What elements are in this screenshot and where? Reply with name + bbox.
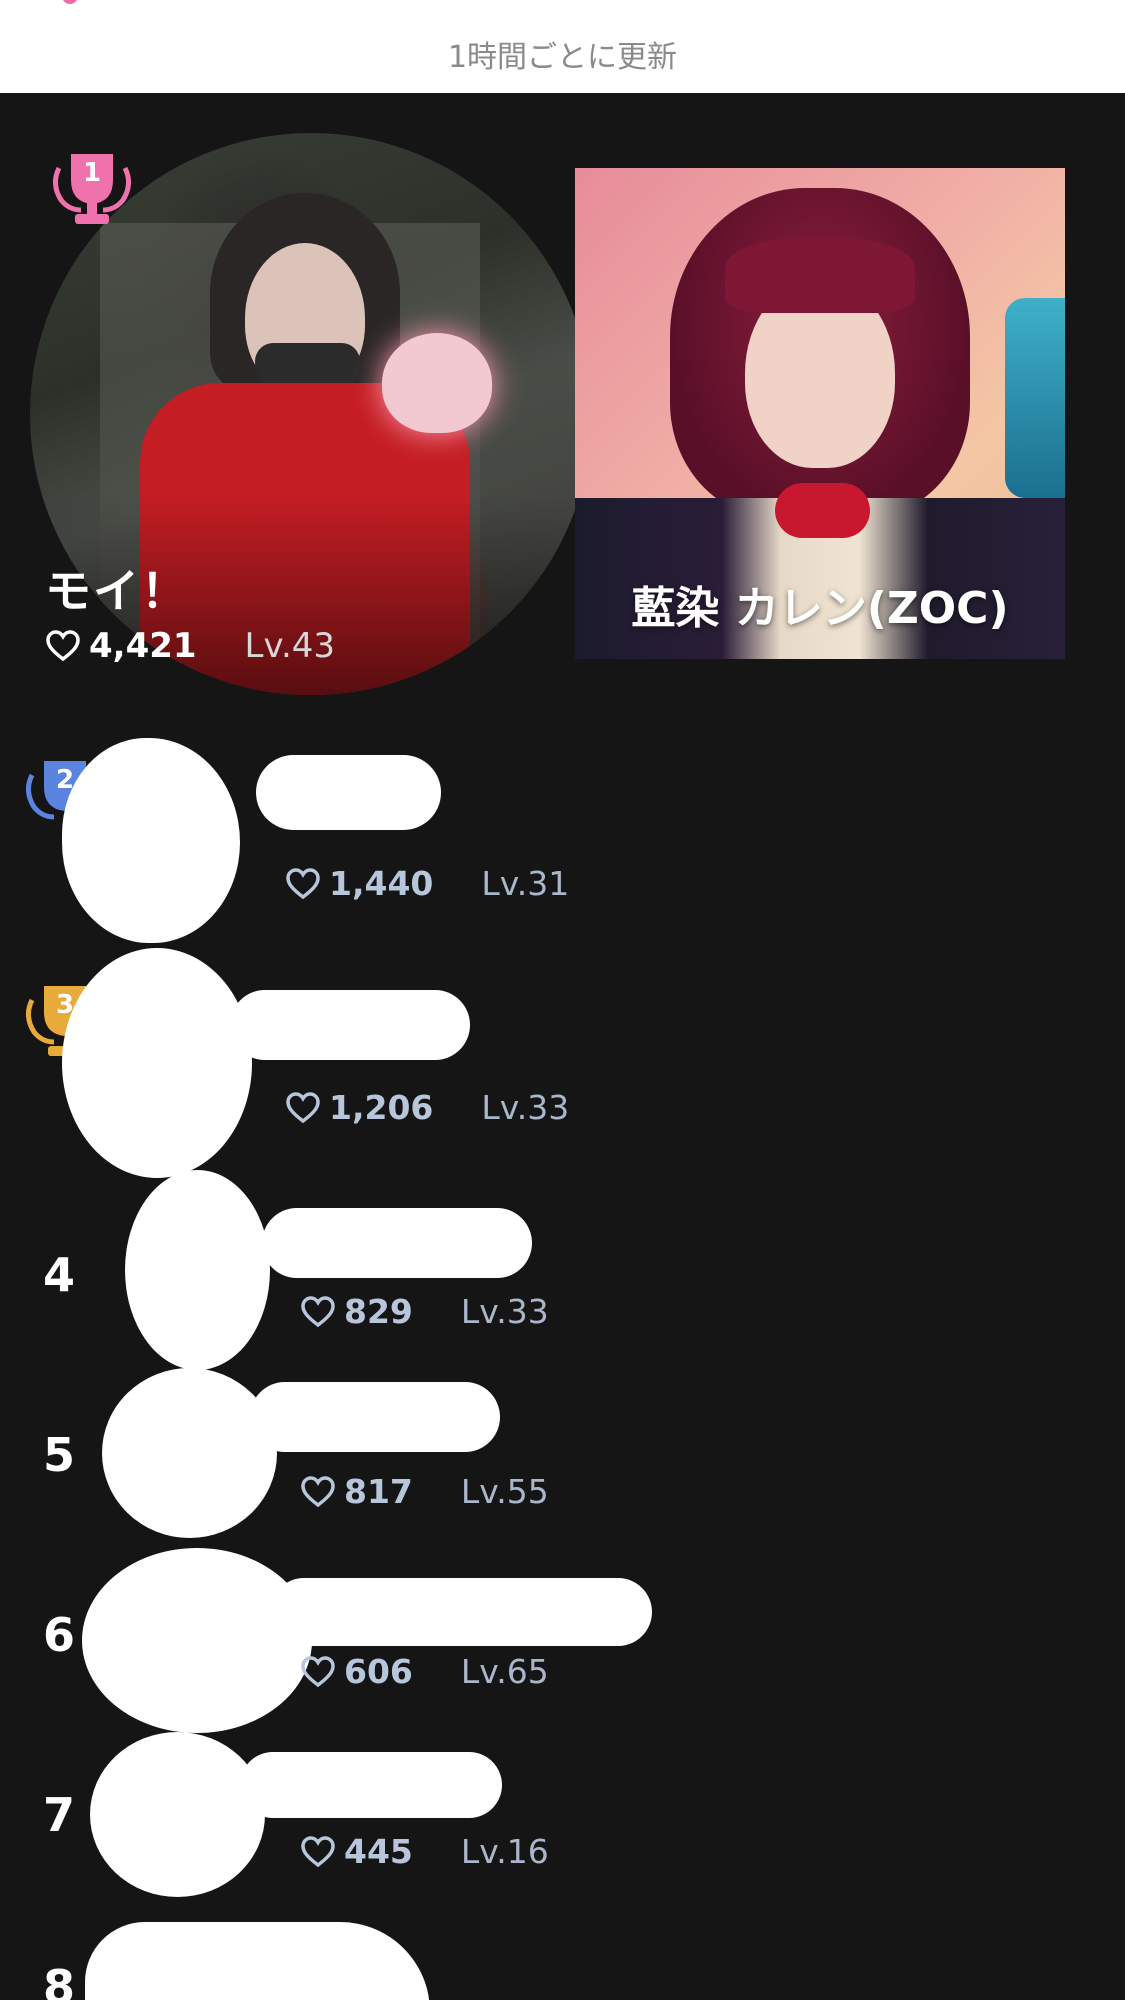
- rank-7-likes: 445: [344, 1832, 413, 1871]
- heart-icon: [46, 630, 80, 662]
- rank-3-name-redacted[interactable]: [230, 990, 470, 1060]
- rank-5-avatar-redacted[interactable]: [102, 1368, 277, 1538]
- rank-2-stats: 1,440 Lv.31: [285, 864, 569, 903]
- rank-8-number: 8: [43, 1960, 76, 2000]
- rank-5-name-redacted[interactable]: [250, 1382, 500, 1452]
- rank-1-name[interactable]: モイ！: [45, 555, 189, 621]
- rank-6-stats: 606 Lv.65: [300, 1652, 549, 1691]
- rank-5-likes: 817: [344, 1472, 413, 1511]
- heart-icon: [301, 1655, 335, 1687]
- rank-7-number: 7: [43, 1788, 76, 1842]
- ranking-header: 1時間ごとに更新: [0, 0, 1125, 93]
- heart-icon: [286, 867, 320, 899]
- rank-6-number: 6: [43, 1608, 76, 1662]
- update-frequency-label: 1時間ごとに更新: [447, 40, 678, 75]
- rank-2-avatar-redacted[interactable]: [62, 738, 240, 943]
- rank-6-likes: 606: [344, 1652, 413, 1691]
- heart-icon: [301, 1835, 335, 1867]
- rank-3-avatar-redacted[interactable]: [62, 948, 252, 1178]
- rank-1-level: Lv.43: [244, 626, 336, 666]
- rank-1-likes: 4,421: [89, 626, 197, 666]
- rank-8-avatar-redacted[interactable]: [85, 1922, 430, 2000]
- rank-5-number: 5: [43, 1428, 76, 1482]
- rank-2-level: Lv.31: [481, 864, 570, 903]
- heart-icon: [286, 1091, 320, 1123]
- rank-1-stats: 4,421 Lv.43: [45, 626, 335, 666]
- rank-3-likes: 1,206: [329, 1088, 434, 1127]
- rank-1-trophy-icon: 1: [47, 150, 137, 232]
- rank-3-stats: 1,206 Lv.33: [285, 1088, 569, 1127]
- rank-6-level: Lv.65: [460, 1652, 549, 1691]
- rank-3-level: Lv.33: [481, 1088, 570, 1127]
- rank-2-likes: 1,440: [329, 864, 434, 903]
- rank-4-level: Lv.33: [460, 1292, 549, 1331]
- rank-7-name-redacted[interactable]: [240, 1752, 502, 1818]
- rank-7-level: Lv.16: [460, 1832, 549, 1871]
- rank-2-name-redacted[interactable]: [256, 755, 441, 830]
- rank-1-number: 1: [82, 158, 102, 188]
- rank-4-avatar-redacted[interactable]: [125, 1170, 270, 1370]
- rank-4-likes: 829: [344, 1292, 413, 1331]
- heart-icon: [301, 1475, 335, 1507]
- rank-4-stats: 829 Lv.33: [300, 1292, 549, 1331]
- rank-4-name-redacted[interactable]: [262, 1208, 532, 1278]
- featured-profile-name[interactable]: 藍染 カレン(ZOC): [575, 572, 1065, 636]
- rank-6-avatar-redacted[interactable]: [82, 1548, 312, 1733]
- rank-7-stats: 445 Lv.16: [300, 1832, 549, 1871]
- rank-5-stats: 817 Lv.55: [300, 1472, 549, 1511]
- rank-5-level: Lv.55: [460, 1472, 549, 1511]
- heart-icon: [301, 1295, 335, 1327]
- rank-4-number: 4: [43, 1248, 76, 1302]
- header-title: [0, 0, 1125, 6]
- rank-7-avatar-redacted[interactable]: [90, 1732, 265, 1897]
- rank-6-name-redacted[interactable]: [270, 1578, 652, 1646]
